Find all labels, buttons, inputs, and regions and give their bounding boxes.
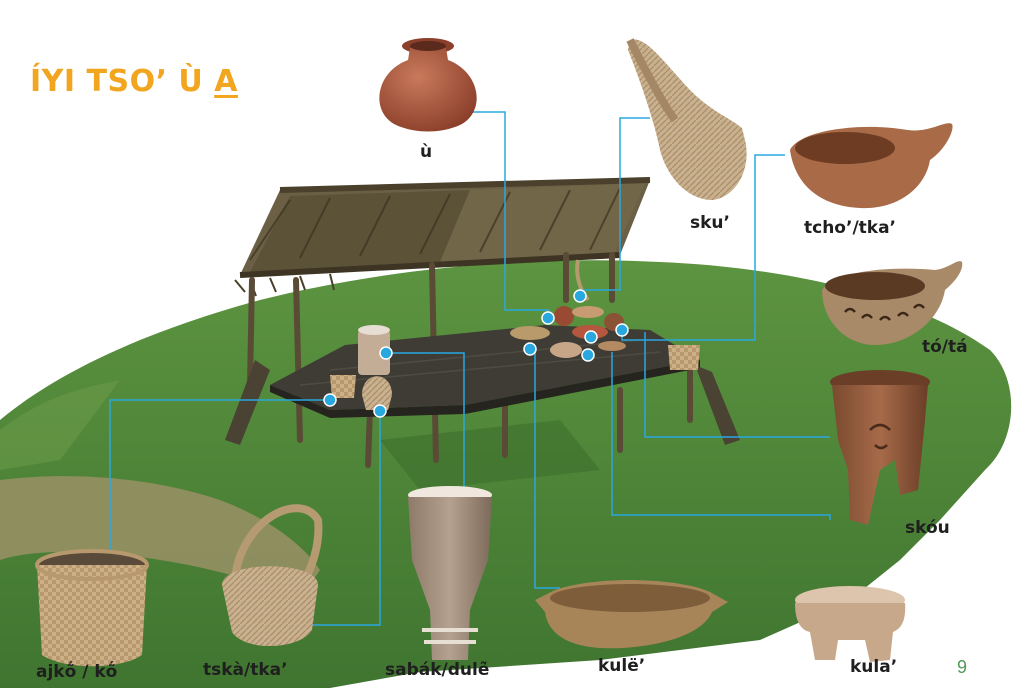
page-title-underlined-letter: A [214,64,238,99]
carrying-bag-sku [626,38,747,200]
label-tcho-tka: tcho’/tka’ [804,218,897,238]
page-title: ÍYI TSO’ Ù A [30,64,238,99]
clay-pot-u [379,38,477,132]
low-stool-kula [795,586,906,662]
gourd-bowl-tcho [790,123,953,209]
page-title-main: ÍYI TSO’ Ù [30,64,215,99]
label-ajko-ko: ajkṍ / kṍ [36,662,118,682]
label-to-ta: tó/tá [922,337,968,357]
label-kule: kulë’ [598,656,646,676]
page-number: 9 [957,657,968,677]
label-u: ù [420,142,433,162]
illustration-scene [0,38,1012,688]
label-tska-tka: tskà/tka’ [203,660,288,680]
label-sku: sku’ [690,213,730,233]
basket-ajko [35,549,149,667]
label-kula: kula’ [850,657,898,677]
label-sabak-dule: sabák/dulẽ̀ [385,660,490,680]
label-skou: skóu [905,518,950,538]
